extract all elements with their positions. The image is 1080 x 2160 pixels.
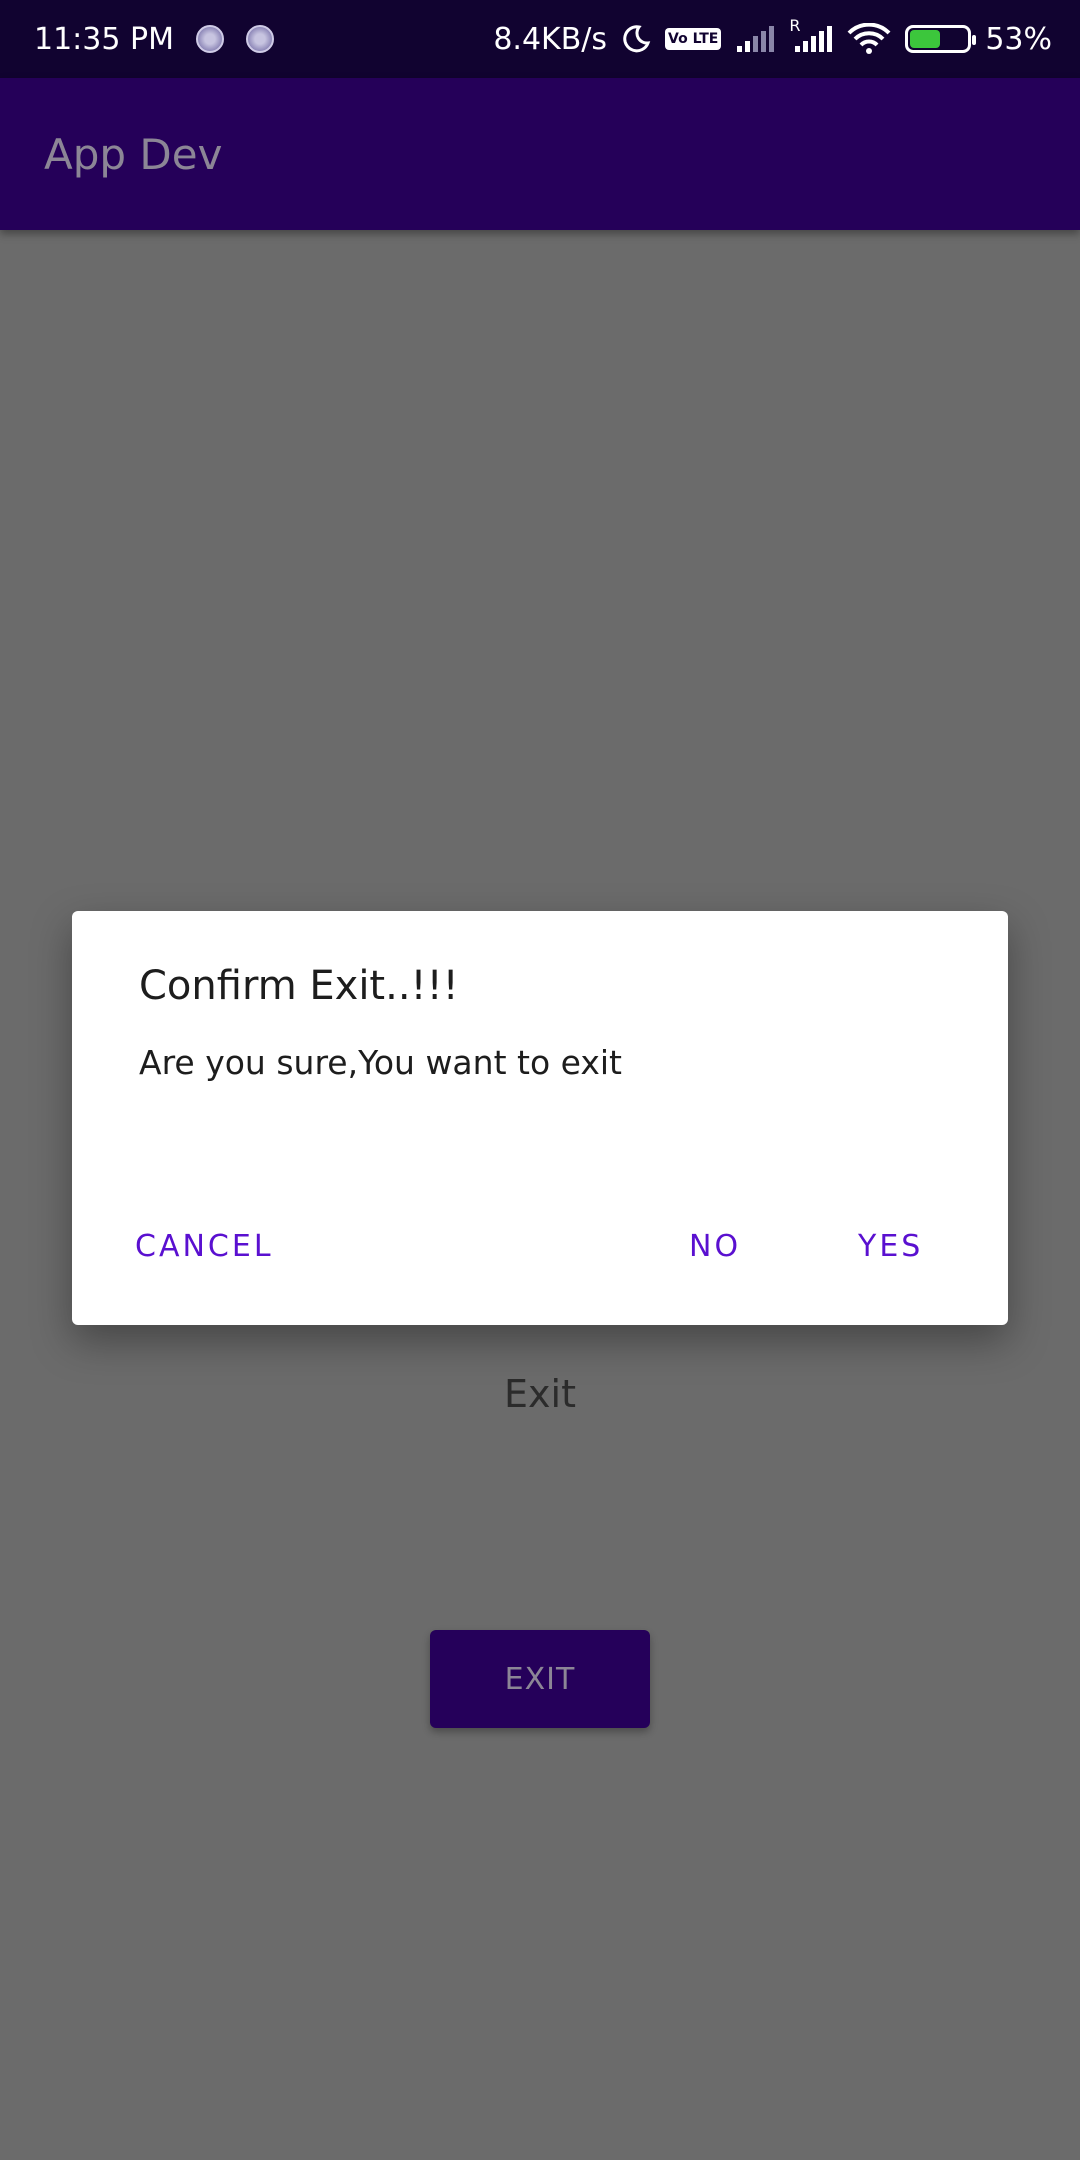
battery-percent: 53% bbox=[985, 21, 1052, 57]
cancel-button[interactable]: CANCEL bbox=[135, 1229, 274, 1264]
notification-dot-icon bbox=[195, 25, 224, 53]
no-button[interactable]: NO bbox=[689, 1229, 741, 1264]
signal-icon bbox=[735, 24, 775, 54]
status-right: 8.4KB/s Vo LTE R 53% bbox=[493, 16, 1052, 57]
app-title: App Dev bbox=[44, 129, 223, 179]
status-bar: 11:35 PM 8.4KB/s Vo LTE R 53% bbox=[0, 0, 1080, 78]
dialog-title: Confirm Exit..!!! bbox=[139, 963, 459, 1009]
signal-roaming-icon: R bbox=[789, 16, 833, 54]
status-time: 11:35 PM bbox=[34, 21, 174, 57]
volte-icon: Vo LTE bbox=[665, 28, 722, 50]
yes-button[interactable]: YES bbox=[858, 1229, 923, 1264]
moon-icon bbox=[621, 24, 651, 54]
app-bar: App Dev bbox=[0, 78, 1080, 230]
roaming-label: R bbox=[789, 16, 801, 35]
status-left: 11:35 PM bbox=[34, 22, 274, 57]
dialog-message: Are you sure,You want to exit bbox=[139, 1043, 622, 1082]
exit-button[interactable]: EXIT bbox=[430, 1630, 650, 1728]
confirm-exit-dialog: Confirm Exit..!!! Are you sure,You want … bbox=[72, 911, 1008, 1325]
net-speed: 8.4KB/s bbox=[493, 21, 608, 57]
battery-level bbox=[910, 30, 940, 48]
battery-charging-icon bbox=[905, 25, 977, 53]
wifi-icon bbox=[847, 23, 891, 55]
notification-dot-icon bbox=[245, 25, 274, 53]
exit-label: Exit bbox=[504, 1372, 576, 1416]
